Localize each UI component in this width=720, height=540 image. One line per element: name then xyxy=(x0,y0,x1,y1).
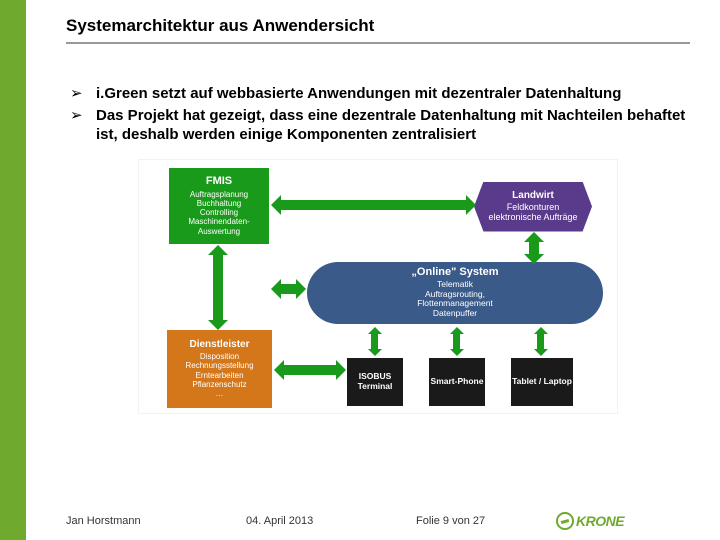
fmis-line: Controlling xyxy=(200,208,238,217)
dienst-box: Dienstleister Disposition Rechnungsstell… xyxy=(167,330,272,408)
bullet-text: Das Projekt hat gezeigt, dass eine dezen… xyxy=(96,106,690,145)
slide-content: Systemarchitektur aus Anwendersicht ➢ i.… xyxy=(26,0,720,414)
terminal-box-isobus: ISOBUS Terminal xyxy=(347,358,403,406)
arrow-icon xyxy=(529,242,539,254)
fmis-line: Auftragsplanung xyxy=(190,190,248,199)
arrow-icon xyxy=(213,255,223,320)
terminal-box-smartphone: Smart-Phone xyxy=(429,358,485,406)
dienst-line: Disposition xyxy=(200,352,239,361)
landwirt-line: Feldkonturen xyxy=(507,202,560,212)
slide-title: Systemarchitektur aus Anwendersicht xyxy=(66,16,690,44)
online-head: „Online" System xyxy=(411,266,498,279)
architecture-diagram: FMIS Auftragsplanung Buchhaltung Control… xyxy=(138,159,618,414)
online-line: Datenpuffer xyxy=(433,309,477,319)
footer-author: Jan Horstmann xyxy=(66,515,246,527)
landwirt-line: elektronische Aufträge xyxy=(488,212,577,222)
bullet-text: i.Green setzt auf webbasierte Anwendunge… xyxy=(96,84,621,104)
dienst-line: … xyxy=(216,389,224,398)
logo-text: KRONE xyxy=(576,513,624,529)
bullet-item: ➢ Das Projekt hat gezeigt, dass eine dez… xyxy=(66,106,690,145)
arrow-icon xyxy=(281,200,466,210)
fmis-box: FMIS Auftragsplanung Buchhaltung Control… xyxy=(169,168,269,244)
bullet-list: ➢ i.Green setzt auf webbasierte Anwendun… xyxy=(66,84,690,145)
fmis-line: Maschinendaten- xyxy=(188,217,249,226)
online-box: „Online" System Telematik Auftragsroutin… xyxy=(307,262,603,324)
arrow-icon xyxy=(537,334,544,349)
dienst-line: Pflanzenschutz xyxy=(192,380,246,389)
logo-icon xyxy=(556,512,574,530)
bullet-marker-icon: ➢ xyxy=(66,106,96,145)
brand-sidebar xyxy=(0,0,26,540)
landwirt-box: Landwirt Feldkonturen elektronische Auft… xyxy=(474,182,592,232)
brand-logo: KRONE xyxy=(556,512,624,530)
fmis-line: Auswertung xyxy=(198,227,240,236)
arrow-icon xyxy=(371,334,378,349)
fmis-head: FMIS xyxy=(206,175,232,188)
dienst-line: Erntearbeiten xyxy=(195,371,243,380)
footer-page: Folie 9 von 27 xyxy=(416,515,556,527)
bullet-marker-icon: ➢ xyxy=(66,84,96,104)
footer-date: 04. April 2013 xyxy=(246,515,416,527)
dienst-head: Dienstleister xyxy=(189,339,249,351)
bullet-item: ➢ i.Green setzt auf webbasierte Anwendun… xyxy=(66,84,690,104)
dienst-line: Rechnungsstellung xyxy=(185,361,253,370)
landwirt-head: Landwirt xyxy=(512,190,554,202)
slide-footer: Jan Horstmann 04. April 2013 Folie 9 von… xyxy=(26,512,720,530)
arrow-icon xyxy=(284,365,336,375)
arrow-icon xyxy=(453,334,460,349)
fmis-line: Buchhaltung xyxy=(197,199,241,208)
terminal-box-tablet: Tablet / Laptop xyxy=(511,358,573,406)
arrow-icon xyxy=(281,284,296,294)
